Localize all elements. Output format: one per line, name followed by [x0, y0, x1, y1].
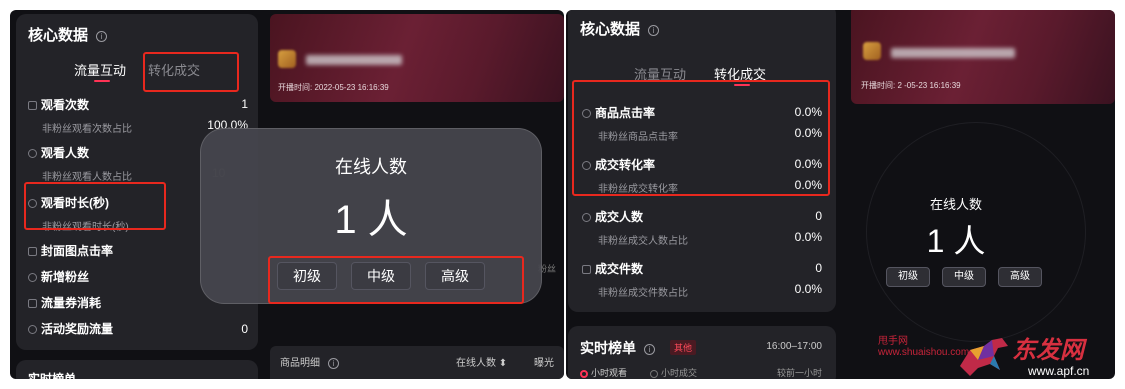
metric-label: 成交件数	[582, 260, 643, 277]
metric-label: 成交人数	[582, 208, 643, 225]
watermark-brand: 东发网	[1012, 337, 1084, 364]
start-time: 开播时间: 2 -05-23 16:16:39	[861, 81, 961, 90]
info-icon[interactable]: i	[648, 24, 660, 36]
radio-selected-icon	[580, 369, 588, 378]
metric-value: 0	[241, 322, 248, 336]
radio-icon	[650, 369, 658, 378]
metric-label: 观看人数	[28, 144, 89, 161]
gift-icon	[28, 325, 37, 335]
highlight-tab-box	[143, 52, 239, 92]
highlight-levels-box	[268, 256, 524, 304]
metric-sub-label: 非粉丝观看人数占比	[42, 172, 132, 183]
core-data-title: 核心数据 i	[580, 18, 660, 39]
realtime-rank-card: 实时榜单 i 其他 16:00–17:00 小时观看 小时成交 较前一小时	[568, 326, 836, 379]
user-icon	[28, 149, 37, 159]
metric-label: 新增粉丝	[28, 268, 89, 285]
avatar	[278, 50, 296, 68]
add-user-icon	[28, 273, 37, 283]
online-sort-label[interactable]: 在线人数 ⬍	[456, 354, 507, 369]
metric-sub-value: 0.0%	[794, 230, 822, 244]
level-basic-button[interactable]: 初级	[886, 267, 930, 287]
info-icon[interactable]: i	[96, 30, 108, 42]
eye-icon	[28, 101, 37, 111]
bull-logo	[958, 336, 1010, 378]
watermark-line2: www.shuaishou.com	[878, 347, 970, 358]
package-icon	[582, 265, 591, 275]
watermark-url: www.apf.cn	[1028, 364, 1090, 378]
buyer-icon	[582, 213, 591, 223]
level-mid-button[interactable]: 中级	[942, 267, 986, 287]
online-title: 在线人数	[335, 157, 407, 177]
live-header-card: 开播时间: 2 -05-23 16:16:39	[851, 10, 1115, 104]
blurred-room-name	[306, 55, 402, 65]
product-detail-bar: 商品明细 i 在线人数 ⬍ 曝光	[270, 346, 564, 379]
tab-traffic[interactable]: 流量互动	[74, 60, 126, 79]
tab-active-indicator	[94, 80, 110, 82]
sort-icon: ⬍	[498, 358, 508, 369]
exposure-label: 曝光	[534, 358, 554, 369]
online-title: 在线人数	[929, 197, 982, 212]
online-count: 1 人	[926, 223, 986, 259]
start-time: 开播时间: 2022-05-23 16:16:39	[278, 83, 389, 92]
level-high-button[interactable]: 高级	[998, 267, 1042, 287]
hour-watch-radio[interactable]: 小时观看	[580, 366, 627, 379]
watermark-shuaishou: 甩手网 www.shuaishou.com	[878, 332, 969, 358]
metric-sub-label: 非粉丝观看次数占比	[42, 124, 132, 135]
product-detail-label: 商品明细 i	[280, 354, 339, 369]
rank-title: 实时榜单	[28, 372, 77, 379]
rank-title: 实时榜单 i	[580, 338, 655, 358]
realtime-rank-card-partial: 实时榜单	[16, 360, 258, 379]
other-badge[interactable]: 其他	[670, 340, 697, 355]
bull-icon	[960, 338, 1008, 376]
highlight-duration-box	[24, 182, 166, 230]
info-icon[interactable]: i	[644, 343, 655, 355]
core-data-title: 核心数据 i	[28, 24, 108, 45]
blurred-room-name	[891, 48, 1015, 58]
rank-time: 16:00–17:00	[766, 341, 822, 352]
compare-label: 较前一小时	[776, 368, 822, 378]
metric-sub-label: 非粉丝成交人数占比	[598, 236, 688, 247]
cursor-icon	[28, 247, 37, 257]
online-count: 1 人	[334, 198, 408, 242]
metric-label: 观看次数	[28, 96, 89, 113]
ticket-icon	[28, 299, 37, 309]
metric-value: 0	[815, 261, 822, 275]
right-screenshot: 核心数据 i 流量互动 转化成交 商品点击率 0.0% 非粉丝商品点击率 0.0%…	[566, 10, 1115, 379]
highlight-conversion-box	[572, 80, 830, 196]
metric-value: 0	[815, 209, 822, 223]
avatar	[863, 42, 881, 60]
left-screenshot: 核心数据 i 流量互动 转化成交 观看次数 1 非粉丝观看次数占比 100.0% …	[10, 10, 564, 379]
info-icon[interactable]: i	[328, 357, 339, 369]
metric-label: 流量券消耗	[28, 294, 101, 311]
metric-sub-label: 非粉丝成交件数占比	[598, 288, 688, 299]
metric-sub-value: 0.0%	[794, 282, 822, 296]
watermark-line1: 甩手网	[878, 336, 908, 347]
live-header-card: 开播时间: 2022-05-23 16:16:39	[270, 14, 564, 102]
metric-label: 封面图点击率	[28, 242, 113, 259]
metric-value: 1	[241, 97, 248, 111]
metric-label: 活动奖励流量	[28, 320, 113, 337]
hour-deal-radio[interactable]: 小时成交	[650, 366, 697, 379]
